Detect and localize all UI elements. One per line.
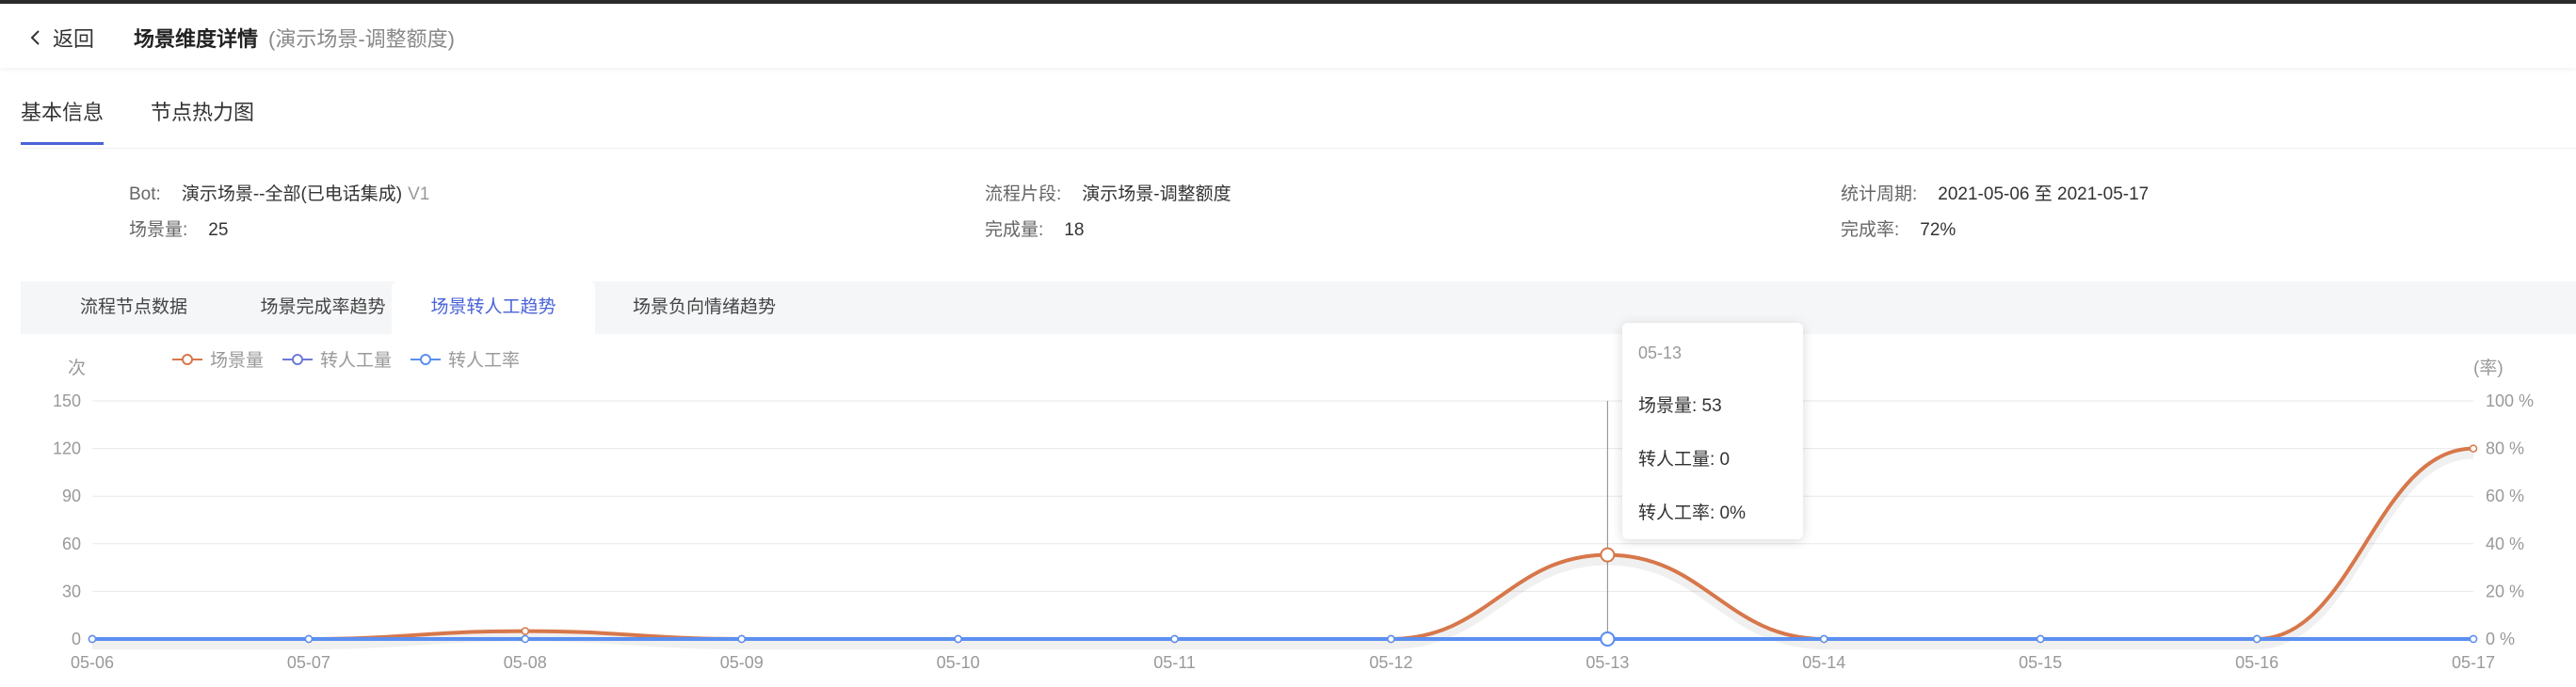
complete-rate-label: 完成率:	[1841, 220, 1900, 240]
x-tick-label: 05-14	[1802, 653, 1845, 672]
left-tick-label: 120	[53, 439, 81, 458]
data-point	[1820, 634, 1828, 644]
legend-marker	[182, 354, 193, 365]
data-point	[954, 634, 962, 644]
right-tick-label: 0 %	[2486, 630, 2515, 648]
data-point	[521, 627, 530, 635]
data-point	[521, 634, 530, 644]
left-tick-label: 60	[62, 535, 81, 553]
x-tick-label: 05-15	[2019, 653, 2062, 672]
tab-flow-node-data[interactable]: 流程节点数据	[49, 281, 218, 334]
x-tick-label: 05-11	[1153, 653, 1196, 672]
tab-basic-info[interactable]: 基本信息	[21, 96, 105, 145]
x-tick-label: 05-07	[287, 653, 330, 672]
legend-marker	[292, 354, 303, 365]
x-tick-label: 05-09	[720, 653, 764, 672]
tab-divider	[21, 148, 2576, 149]
page-subtitle: (演示场景-调整额度)	[268, 27, 455, 51]
tooltip-scene-count: 场景量: 53	[1638, 396, 1722, 416]
segment-value: 演示场景-调整额度	[1082, 184, 1232, 204]
right-tick-label: 60 %	[2486, 487, 2524, 505]
data-point	[2036, 634, 2045, 644]
x-tick-label: 05-13	[1586, 653, 1629, 672]
complete-count-label: 完成量:	[985, 220, 1044, 240]
scene-count-label: 场景量:	[129, 220, 188, 240]
x-tick-label: 05-12	[1369, 653, 1412, 672]
data-point	[2469, 444, 2478, 453]
bot-info: Bot: 演示场景--全部(已电话集成) V1	[129, 180, 429, 205]
scene-count-info: 场景量: 25	[129, 216, 228, 241]
bot-value: 演示场景--全部(已电话集成)	[181, 184, 403, 204]
period-value: 2021-05-06 至 2021-05-17	[1938, 184, 2149, 204]
tab-node-heatmap[interactable]: 节点热力图	[151, 96, 254, 145]
tooltip-transfer-count: 转人工量: 0	[1638, 450, 1731, 470]
left-axis-label: 次	[68, 358, 86, 378]
legend-label: 转人工率	[448, 350, 520, 371]
transfer-trend-chart: 0 30 60 90 120 150 0 % 20 % 40 % 60 % 80 % 100 % 次 (率…	[0, 334, 2576, 687]
data-point	[88, 634, 97, 644]
x-tick-label: 05-10	[937, 653, 980, 672]
data-point	[737, 634, 746, 644]
scene-count-value: 25	[208, 220, 229, 240]
segment-info: 流程片段: 演示场景-调整额度	[985, 180, 1232, 205]
x-tick-label: 05-08	[504, 653, 547, 672]
data-point	[1600, 547, 1616, 563]
legend-label: 转人工量	[320, 350, 392, 371]
x-tick-label: 05-17	[2452, 653, 2495, 672]
right-axis-label: (率)	[2473, 358, 2504, 378]
data-point	[304, 634, 314, 644]
data-point	[1600, 631, 1616, 647]
data-point	[1170, 634, 1179, 644]
right-tick-label: 100 %	[2486, 391, 2534, 410]
data-point	[1387, 634, 1395, 644]
complete-count-value: 18	[1064, 220, 1085, 240]
left-tick-label: 150	[53, 391, 81, 410]
x-tick-label: 05-16	[2235, 653, 2278, 672]
tab-transfer-trend[interactable]: 场景转人工趋势	[392, 281, 595, 334]
complete-rate-value: 72%	[1920, 220, 1956, 240]
legend-label: 场景量	[210, 350, 264, 371]
main-tabs: 基本信息 节点热力图	[21, 96, 254, 145]
chart-sub-tabs: 流程节点数据 场景完成率趋势 场景转人工趋势 场景负向情绪趋势	[21, 281, 2576, 334]
tab-completion-trend[interactable]: 场景完成率趋势	[230, 281, 416, 334]
tab-negative-emotion-trend[interactable]: 场景负向情绪趋势	[603, 281, 806, 334]
page-header: 返回 场景维度详情 (演示场景-调整额度)	[0, 4, 2576, 68]
back-button[interactable]: 返回	[28, 23, 94, 53]
chart-tooltip: 05-13 场景量: 53 转人工量: 0 转人工率: 0%	[1622, 323, 1803, 539]
legend-marker	[420, 354, 431, 365]
bot-version: V1	[408, 184, 430, 204]
bot-label: Bot:	[129, 184, 161, 204]
right-tick-label: 40 %	[2486, 535, 2524, 553]
left-tick-label: 30	[62, 582, 81, 600]
period-info: 统计周期: 2021-05-06 至 2021-05-17	[1841, 180, 2149, 205]
segment-label: 流程片段:	[985, 184, 1062, 204]
x-tick-label: 05-06	[71, 653, 114, 672]
right-tick-label: 80 %	[2486, 439, 2524, 458]
complete-rate-info: 完成率: 72%	[1841, 216, 1956, 241]
data-point	[2469, 634, 2478, 644]
left-tick-label: 0	[72, 630, 81, 648]
period-label: 统计周期:	[1841, 184, 1918, 204]
page-title: 场景维度详情	[134, 27, 259, 51]
chevron-left-icon	[30, 30, 40, 45]
series-shadow	[92, 449, 2474, 649]
chart-canvas: 0 30 60 90 120 150 0 % 20 % 40 % 60 % 80 % 100 % 次 (率…	[53, 350, 2534, 672]
tooltip-transfer-rate: 转人工率: 0%	[1638, 503, 1747, 523]
complete-count-info: 完成量: 18	[985, 216, 1084, 241]
back-label: 返回	[53, 27, 95, 51]
right-tick-label: 20 %	[2486, 582, 2524, 600]
left-tick-label: 90	[62, 487, 81, 505]
tooltip-title: 05-13	[1638, 344, 1682, 362]
data-point	[2252, 634, 2262, 644]
